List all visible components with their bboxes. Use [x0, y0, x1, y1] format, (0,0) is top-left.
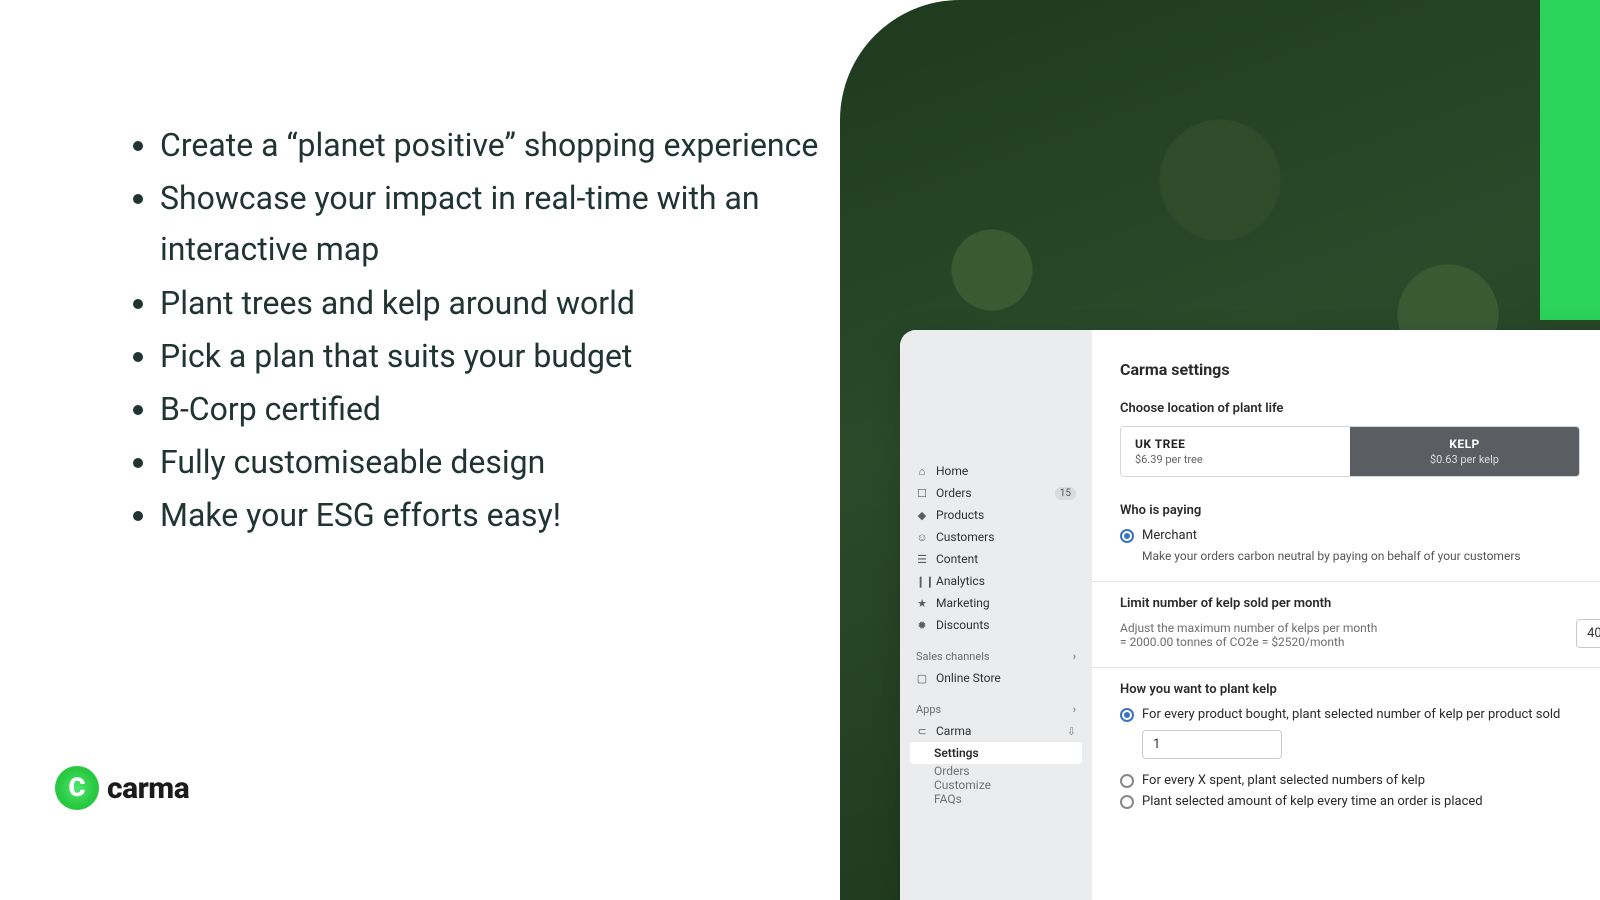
settings-title: Carma settings: [1120, 360, 1600, 379]
card-sub: $6.39 per tree: [1135, 453, 1336, 466]
option-label: Plant selected amount of kelp every time…: [1142, 794, 1483, 809]
bullet-item: Showcase your impact in real-time with a…: [160, 173, 840, 275]
card-kelp[interactable]: KELP $0.63 per kelp: [1350, 427, 1579, 476]
orders-badge: 15: [1055, 487, 1076, 500]
bullet-item: Pick a plan that suits your budget: [160, 331, 840, 382]
sidebar-sub-settings[interactable]: Settings: [910, 742, 1082, 764]
sidebar-sub-faqs[interactable]: FAQs: [910, 792, 1082, 806]
option-label: For every X spent, plant selected number…: [1142, 773, 1425, 788]
sidebar-item-label: Discounts: [936, 618, 989, 632]
orders-icon: ☐: [916, 487, 928, 500]
sidebar-sub-customize[interactable]: Customize: [910, 778, 1082, 792]
sidebar-item-marketing[interactable]: ★ Marketing: [910, 592, 1082, 614]
sidebar-item-online-store[interactable]: ▢ Online Store: [910, 667, 1082, 689]
sidebar-item-label: Carma: [936, 724, 971, 738]
card-title: UK TREE: [1135, 437, 1336, 451]
radio-icon: [1120, 795, 1134, 809]
bullet-item: Fully customiseable design: [160, 437, 840, 488]
app-screenshot: ⌂ Home ☐ Orders 15 ◆ Products ☺ Customers ☰ Co…: [900, 330, 1600, 900]
sidebar-item-label: Online Store: [936, 671, 1001, 685]
card-uk-tree[interactable]: UK TREE $6.39 per tree: [1121, 427, 1350, 476]
sidebar-item-label: Products: [936, 508, 984, 522]
limit-desc-2: = 2000.00 tonnes of CO2e = $2520/month: [1120, 635, 1377, 649]
radio-icon: [1120, 529, 1134, 543]
sidebar-item-carma-app[interactable]: ⊂ Carma ⇩: [910, 720, 1082, 742]
sidebar-item-label: Analytics: [936, 574, 985, 588]
sidebar-item-customers[interactable]: ☺ Customers: [910, 526, 1082, 548]
green-accent-stripe: [1540, 0, 1600, 320]
pin-icon[interactable]: ⇩: [1067, 725, 1076, 738]
feature-bullet-list: Create a “planet positive” shopping expe…: [120, 120, 840, 542]
products-icon: ◆: [916, 509, 928, 522]
app-sidebar: ⌂ Home ☐ Orders 15 ◆ Products ☺ Customers ☰ Co…: [900, 330, 1092, 900]
card-sub: $0.63 per kelp: [1364, 453, 1565, 466]
sidebar-item-label: Marketing: [936, 596, 990, 610]
sidebar-item-analytics[interactable]: ❙❙ Analytics: [910, 570, 1082, 592]
radio-icon: [1120, 708, 1134, 722]
carma-logo: carma: [55, 766, 189, 810]
plant-type-cards: UK TREE $6.39 per tree KELP $0.63 per ke…: [1120, 426, 1580, 477]
how-qty-input[interactable]: 1: [1142, 730, 1282, 759]
bullet-item: Make your ESG efforts easy!: [160, 490, 840, 541]
customers-icon: ☺: [916, 531, 928, 544]
location-label: Choose location of plant life: [1120, 401, 1600, 416]
sidebar-item-label: Home: [936, 464, 968, 478]
sidebar-item-content[interactable]: ☰ Content: [910, 548, 1082, 570]
sidebar-item-products[interactable]: ◆ Products: [910, 504, 1082, 526]
discounts-icon: ✹: [916, 619, 928, 632]
analytics-icon: ❙❙: [916, 575, 928, 588]
how-option-per-order[interactable]: Plant selected amount of kelp every time…: [1120, 794, 1600, 809]
content-icon: ☰: [916, 553, 928, 566]
settings-panel: Carma settings Choose location of plant …: [1092, 330, 1600, 900]
paying-description: Make your orders carbon neutral by payin…: [1142, 549, 1600, 563]
sidebar-item-discounts[interactable]: ✹ Discounts: [910, 614, 1082, 636]
logo-text: carma: [107, 771, 189, 806]
divider: [1092, 667, 1600, 668]
limit-desc-1: Adjust the maximum number of kelps per m…: [1120, 621, 1377, 635]
app-icon: ⊂: [916, 725, 928, 738]
logo-mark-icon: [55, 766, 99, 810]
bullet-item: Plant trees and kelp around world: [160, 278, 840, 329]
limit-value-input[interactable]: 400: [1576, 619, 1600, 648]
sidebar-sub-orders[interactable]: Orders: [910, 764, 1082, 778]
chevron-right-icon[interactable]: ›: [1073, 650, 1076, 663]
sidebar-item-orders[interactable]: ☐ Orders 15: [910, 482, 1082, 504]
limit-title: Limit number of kelp sold per month: [1120, 596, 1600, 611]
sidebar-item-label: Content: [936, 552, 978, 566]
option-label: Merchant: [1142, 528, 1197, 543]
how-option-per-product[interactable]: For every product bought, plant selected…: [1120, 707, 1600, 722]
sidebar-section-sales: Sales channels›: [910, 650, 1082, 667]
store-icon: ▢: [916, 672, 928, 685]
how-option-per-spent[interactable]: For every X spent, plant selected number…: [1120, 773, 1600, 788]
paying-merchant-option[interactable]: Merchant: [1120, 528, 1600, 543]
marketing-icon: ★: [916, 597, 928, 610]
chevron-right-icon[interactable]: ›: [1073, 703, 1076, 716]
option-label: For every product bought, plant selected…: [1142, 707, 1560, 722]
paying-label: Who is paying: [1120, 503, 1600, 518]
radio-icon: [1120, 774, 1134, 788]
card-title: KELP: [1364, 437, 1565, 451]
sidebar-item-label: Customers: [936, 530, 994, 544]
bullet-item: Create a “planet positive” shopping expe…: [160, 120, 840, 171]
home-icon: ⌂: [916, 465, 928, 478]
sidebar-section-apps: Apps›: [910, 703, 1082, 720]
bullet-item: B-Corp certified: [160, 384, 840, 435]
divider: [1092, 581, 1600, 582]
how-title: How you want to plant kelp: [1120, 682, 1600, 697]
sidebar-item-label: Orders: [936, 486, 972, 500]
sidebar-item-home[interactable]: ⌂ Home: [910, 460, 1082, 482]
